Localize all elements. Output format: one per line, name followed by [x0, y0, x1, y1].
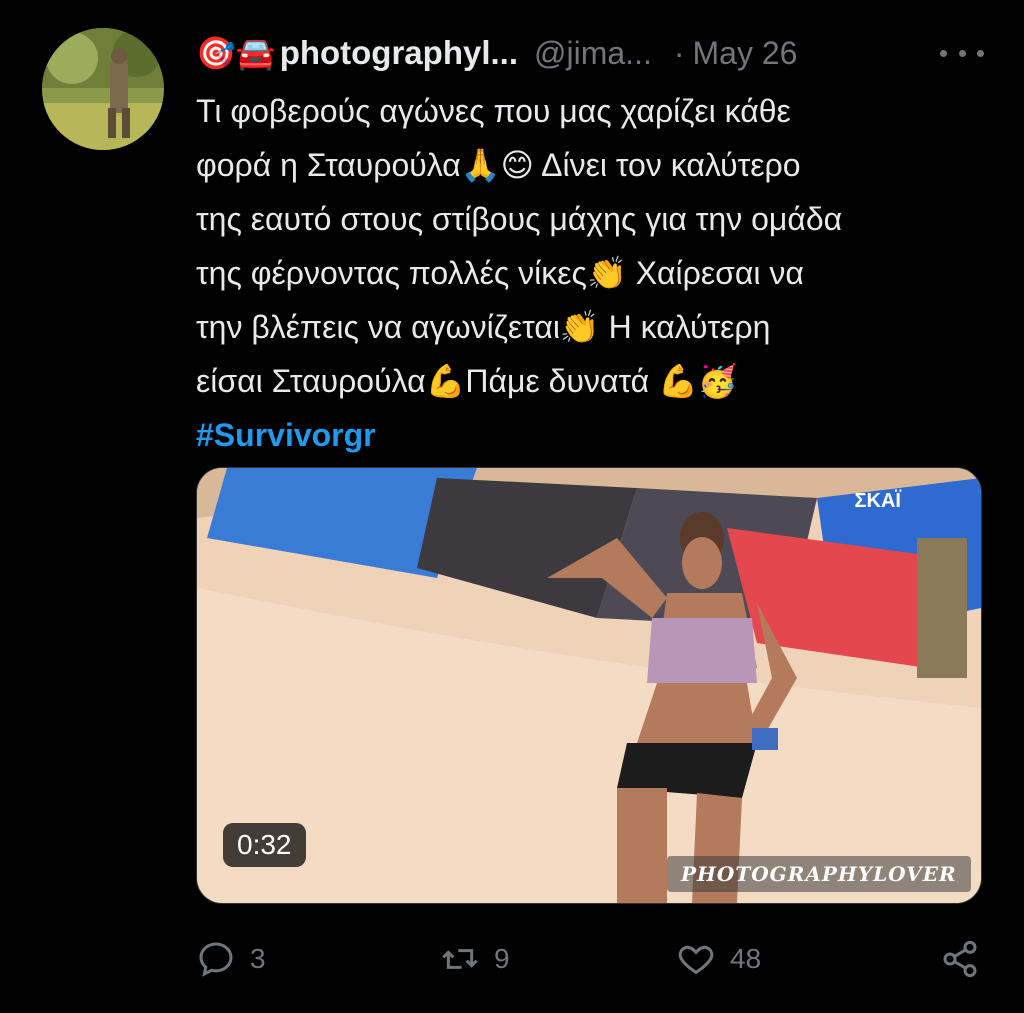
tweet-text-line: είσαι Σταυρούλα💪Πάμε δυνατά 💪🥳: [196, 363, 738, 399]
user-handle[interactable]: @jima...: [534, 35, 652, 72]
video-player[interactable]: ΣΚΑΪ 0:32 PHOTOGRAPHYLOVER: [196, 467, 982, 904]
tweet-text-line: της φέρνοντας πολλές νίκες👏 Χαίρεσαι να: [196, 255, 804, 291]
more-dot: [977, 49, 984, 57]
name-emojis: 🎯🚘: [196, 35, 276, 71]
tweet-text-line: φορά η Σταυρούλα🙏😊 Δίνει τον καλύτερο: [196, 147, 801, 183]
retweet-button[interactable]: 9: [440, 935, 510, 983]
tweet-text: Τι φοβερούς αγώνες που μας χαρίζει κάθε …: [196, 84, 996, 462]
reply-count: 3: [250, 943, 266, 974]
share-icon: [943, 940, 977, 978]
tweet-text-line: της εαυτό στους στίβους μάχης για την ομ…: [196, 201, 843, 237]
tweet-text-line: την βλέπεις να αγωνίζεται👏 Η καλύτερη: [196, 309, 771, 345]
video-watermark: PHOTOGRAPHYLOVER: [667, 856, 971, 892]
more-dot: [958, 49, 966, 57]
like-count: 48: [730, 943, 762, 974]
display-name[interactable]: photographyl...: [280, 34, 518, 72]
avatar-image: [42, 28, 164, 150]
video-frame: [197, 468, 981, 903]
more-dot: [940, 49, 947, 57]
tweet-date[interactable]: May 26: [693, 35, 798, 72]
retweet-count: 9: [494, 943, 510, 974]
header-separator: ·: [673, 34, 685, 71]
avatar[interactable]: [42, 28, 164, 150]
share-button[interactable]: [940, 935, 994, 983]
reply-button[interactable]: 3: [196, 935, 266, 983]
tweet-actions: 3 9 48: [196, 935, 986, 983]
reply-icon: [199, 942, 233, 977]
heart-icon: [678, 945, 714, 975]
tweet-header: 🎯🚘 photographyl... @jima... · May 26: [196, 30, 797, 76]
more-icon[interactable]: [940, 38, 984, 68]
hashtag-link[interactable]: #Survivorgr: [196, 417, 376, 453]
channel-logo: ΣΚΑΪ: [854, 490, 901, 512]
retweet-icon: [442, 949, 478, 969]
video-duration: 0:32: [223, 823, 306, 867]
like-button[interactable]: 48: [676, 935, 761, 983]
tweet-text-line: Τι φοβερούς αγώνες που μας χαρίζει κάθε: [196, 93, 791, 129]
